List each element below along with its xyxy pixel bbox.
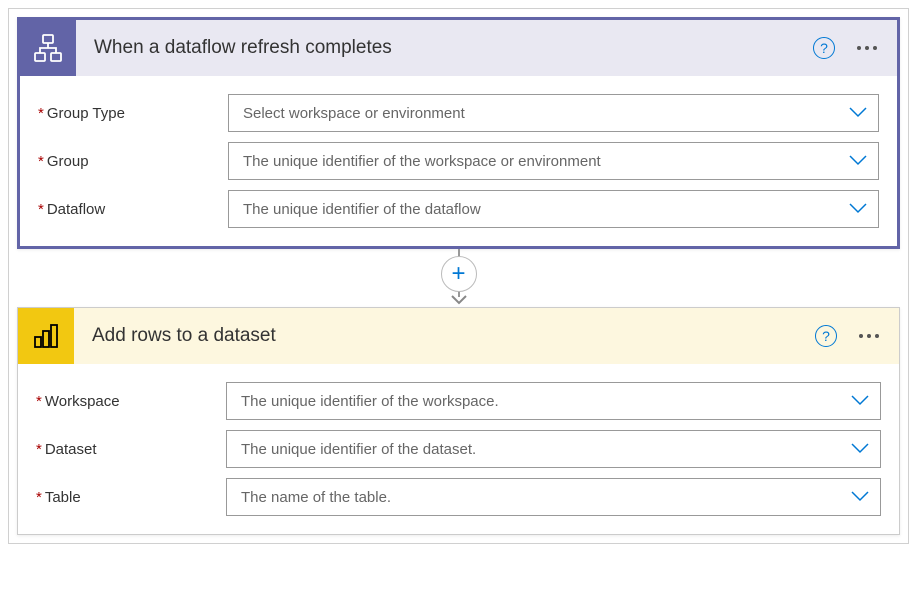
trigger-title: When a dataflow refresh completes <box>76 37 813 59</box>
field-workspace: *Workspace The unique identifier of the … <box>36 382 881 420</box>
select-placeholder: The unique identifier of the dataflow <box>243 201 481 218</box>
arrow-down-icon <box>451 295 467 305</box>
field-label: *Table <box>36 489 226 506</box>
trigger-body: *Group Type Select workspace or environm… <box>20 76 897 246</box>
field-dataflow: *Dataflow The unique identifier of the d… <box>38 190 879 228</box>
chevron-down-icon <box>850 393 870 410</box>
chevron-down-icon <box>848 153 868 170</box>
group-type-select[interactable]: Select workspace or environment <box>228 94 879 132</box>
field-label: *Workspace <box>36 393 226 410</box>
trigger-card[interactable]: When a dataflow refresh completes ? *Gro… <box>17 17 900 249</box>
action-title: Add rows to a dataset <box>74 325 815 347</box>
field-table: *Table The name of the table. <box>36 478 881 516</box>
chevron-down-icon <box>850 441 870 458</box>
table-select[interactable]: The name of the table. <box>226 478 881 516</box>
powerbi-icon <box>18 308 74 364</box>
select-placeholder: Select workspace or environment <box>243 105 465 122</box>
field-label: *Dataset <box>36 441 226 458</box>
select-placeholder: The unique identifier of the workspace. <box>241 393 499 410</box>
workspace-select[interactable]: The unique identifier of the workspace. <box>226 382 881 420</box>
field-group: *Group The unique identifier of the work… <box>38 142 879 180</box>
dataflow-icon <box>20 20 76 76</box>
trigger-header[interactable]: When a dataflow refresh completes ? <box>20 20 897 76</box>
select-placeholder: The unique identifier of the workspace o… <box>243 153 601 170</box>
flow-canvas: When a dataflow refresh completes ? *Gro… <box>8 8 909 544</box>
add-step-button[interactable]: + <box>441 256 477 292</box>
more-menu-icon[interactable] <box>851 40 883 56</box>
action-body: *Workspace The unique identifier of the … <box>18 364 899 534</box>
select-placeholder: The name of the table. <box>241 489 391 506</box>
field-dataset: *Dataset The unique identifier of the da… <box>36 430 881 468</box>
field-label: *Group <box>38 153 228 170</box>
help-icon[interactable]: ? <box>815 325 837 347</box>
field-label: *Group Type <box>38 105 228 122</box>
action-card[interactable]: Add rows to a dataset ? *Workspace The u… <box>17 307 900 535</box>
chevron-down-icon <box>848 105 868 122</box>
action-header[interactable]: Add rows to a dataset ? <box>18 308 899 364</box>
dataflow-select[interactable]: The unique identifier of the dataflow <box>228 190 879 228</box>
chevron-down-icon <box>850 489 870 506</box>
dataset-select[interactable]: The unique identifier of the dataset. <box>226 430 881 468</box>
field-label: *Dataflow <box>38 201 228 218</box>
select-placeholder: The unique identifier of the dataset. <box>241 441 476 458</box>
chevron-down-icon <box>848 201 868 218</box>
more-menu-icon[interactable] <box>853 328 885 344</box>
connector: + <box>441 249 477 307</box>
field-group-type: *Group Type Select workspace or environm… <box>38 94 879 132</box>
group-select[interactable]: The unique identifier of the workspace o… <box>228 142 879 180</box>
help-icon[interactable]: ? <box>813 37 835 59</box>
